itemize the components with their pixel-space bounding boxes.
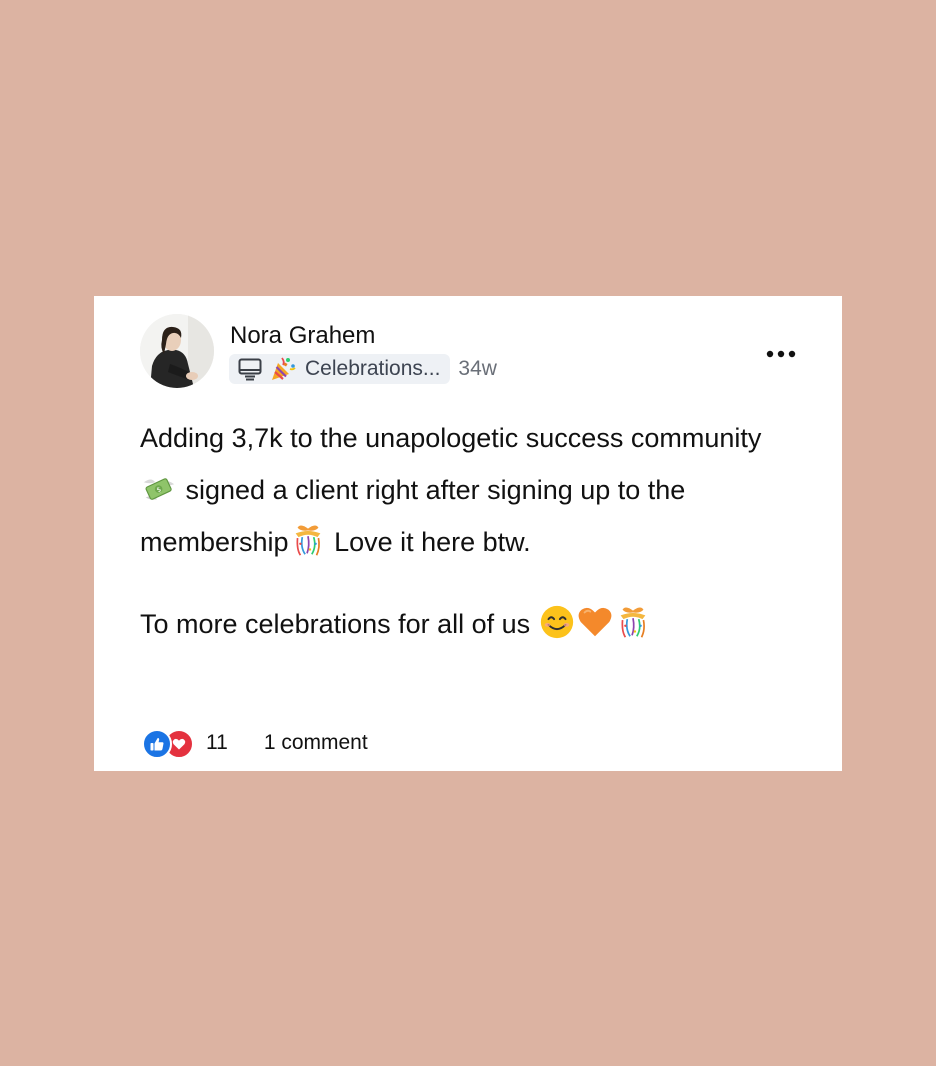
author-name[interactable]: Nora Grahem — [230, 322, 375, 350]
post-footer: 11 1 comment — [142, 726, 368, 760]
group-chip[interactable]: Celebrations... — [229, 354, 451, 384]
group-name: Celebrations... — [305, 357, 441, 380]
reactions-summary[interactable] — [142, 727, 198, 759]
post-timestamp[interactable]: 34w — [458, 357, 497, 381]
more-options-icon — [766, 350, 796, 358]
post-card: Nora Grahem Celebrations... 34w Adding 3… — [94, 296, 842, 771]
like-reaction-icon — [142, 729, 172, 759]
post-meta: Celebrations... 34w — [229, 354, 497, 384]
post-paragraph-1: Adding 3,7k to the unapologetic success … — [140, 412, 800, 568]
orange-heart-icon — [578, 607, 612, 637]
more-options-button[interactable] — [762, 346, 800, 362]
avatar-photo — [140, 314, 214, 388]
confetti-ball-icon — [295, 525, 320, 556]
post-body: Adding 3,7k to the unapologetic success … — [140, 412, 800, 650]
party-popper-icon — [272, 357, 296, 380]
money-with-wings-icon: $ — [143, 478, 175, 500]
post-text: To more celebrations for all of us — [140, 609, 538, 639]
comments-link[interactable]: 1 comment — [264, 731, 368, 755]
avatar[interactable] — [140, 314, 214, 388]
post-text: Love it here btw. — [326, 527, 531, 557]
confetti-ball-icon — [620, 607, 646, 638]
reaction-count[interactable]: 11 — [206, 731, 228, 755]
post-text: Adding 3,7k to the unapologetic success … — [140, 423, 762, 453]
smiling-face-icon — [540, 605, 573, 639]
post-paragraph-2: To more celebrations for all of us — [140, 598, 800, 650]
monitor-icon — [238, 358, 262, 381]
